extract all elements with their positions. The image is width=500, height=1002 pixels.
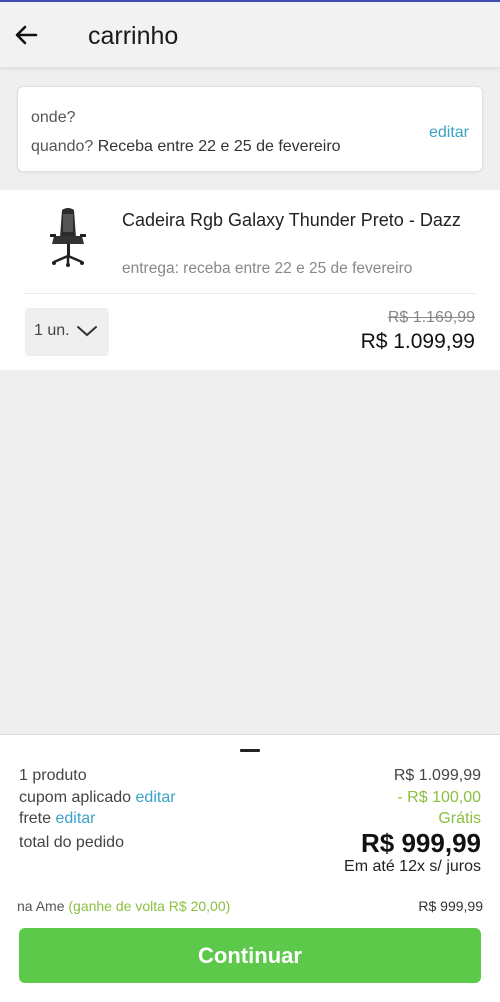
product-image[interactable]	[40, 204, 96, 268]
installments-text: Em até 12x s/ juros	[344, 858, 481, 875]
total-value: R$ 999,99	[361, 828, 481, 858]
coupon-label: cupom aplicado	[19, 789, 132, 806]
delivery-info-card: onde? quando? Receba entre 22 e 25 de fe…	[17, 86, 483, 172]
quantity-value: 1 un.	[34, 322, 70, 339]
divider	[24, 293, 476, 294]
when-label: quando?	[31, 138, 94, 155]
shipping-label: frete	[19, 810, 52, 827]
drag-handle[interactable]	[240, 749, 260, 752]
where-label: onde?	[31, 109, 76, 126]
ame-label: na Ame	[17, 898, 65, 914]
ame-price: R$ 999,99	[418, 898, 483, 914]
old-price: R$ 1.169,99	[387, 309, 475, 326]
ame-row: na Ame (ganhe de volta R$ 20,00)	[17, 898, 230, 914]
chevron-down-icon	[75, 323, 99, 339]
products-row: 1 produto R$ 1.099,99	[19, 767, 481, 785]
total-label: total do pedido	[19, 834, 124, 851]
shipping-value: Grátis	[438, 810, 481, 827]
back-arrow-icon[interactable]	[12, 20, 42, 50]
when-row: quando? Receba entre 22 e 25 de fevereir…	[31, 138, 341, 156]
order-summary-panel: 1 produto R$ 1.099,99 cupom aplicado edi…	[0, 734, 500, 1002]
edit-coupon-link[interactable]: editar	[136, 789, 176, 806]
continue-button[interactable]: Continuar	[19, 928, 481, 983]
product-name[interactable]: Cadeira Rgb Galaxy Thunder Preto - Dazz	[122, 206, 462, 234]
edit-delivery-link[interactable]: editar	[429, 124, 469, 142]
product-delivery: entrega: receba entre 22 e 25 de feverei…	[122, 260, 413, 277]
product-price: R$ 1.099,99	[360, 330, 475, 353]
ame-cashback: (ganhe de volta R$ 20,00)	[68, 898, 231, 914]
edit-shipping-link[interactable]: editar	[55, 810, 95, 827]
coupon-row: cupom aplicado editar - R$ 100,00	[19, 789, 481, 807]
coupon-value: - R$ 100,00	[397, 789, 481, 806]
page-title: carrinho	[88, 22, 179, 50]
app-header: carrinho	[0, 2, 500, 68]
shipping-row: frete editar Grátis	[19, 810, 481, 828]
products-label: 1 produto	[19, 767, 87, 784]
cart-item: Cadeira Rgb Galaxy Thunder Preto - Dazz …	[0, 190, 500, 370]
when-value: Receba entre 22 e 25 de fevereiro	[97, 138, 341, 155]
quantity-select[interactable]: 1 un.	[25, 308, 109, 356]
products-value: R$ 1.099,99	[393, 767, 481, 784]
